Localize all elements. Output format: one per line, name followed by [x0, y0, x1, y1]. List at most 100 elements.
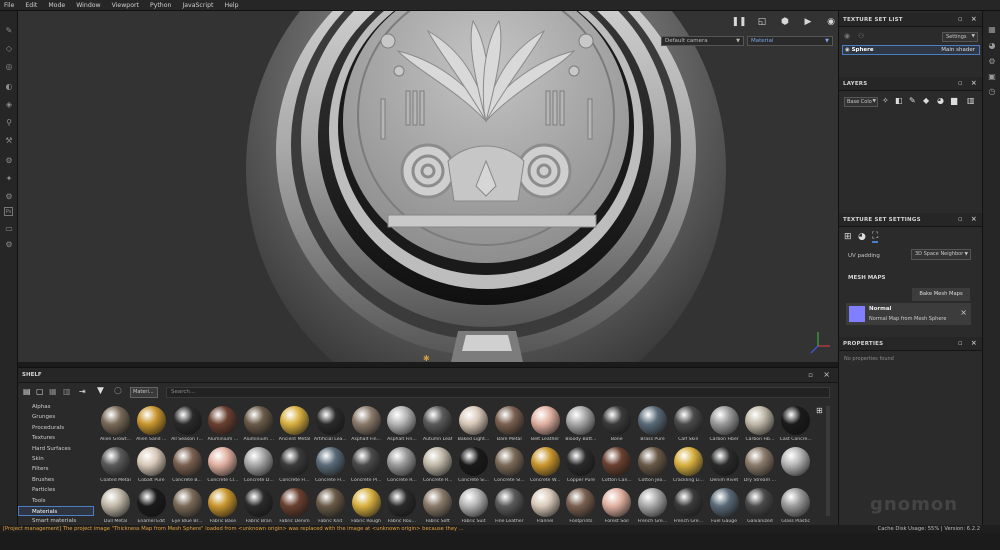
material-tile[interactable]: Bloody Batt...	[563, 406, 598, 447]
add-folder-icon[interactable]: ▆	[951, 96, 957, 105]
material-tile[interactable]: Galvanized	[742, 488, 777, 526]
projection-icon[interactable]: ◎	[4, 61, 14, 71]
close-icon[interactable]: ×	[823, 370, 830, 379]
material-tile[interactable]: Cast Concre...	[778, 406, 813, 447]
shelf-category-skin[interactable]: Skin	[18, 454, 94, 464]
tab-bake-icon[interactable]: ⛶	[872, 231, 879, 243]
new-folder-icon[interactable]: ▤	[23, 387, 31, 396]
material-tile[interactable]: Enamel Edit	[134, 488, 169, 526]
maximize-icon[interactable]: ▫	[808, 371, 813, 379]
material-tile[interactable]: Concrete B...	[170, 447, 205, 488]
texture-set-item-sphere[interactable]: ◉ Sphere Main shader	[842, 45, 980, 55]
material-tile[interactable]: Fabric Rough	[349, 488, 384, 526]
measure-icon[interactable]: ▭	[4, 223, 14, 233]
material-tile[interactable]: Bare Metal	[492, 406, 527, 447]
material-tile[interactable]: Artificial Lea...	[313, 406, 348, 447]
material-tile[interactable]: Asphalt Fin...	[349, 406, 384, 447]
close-icon[interactable]: ×	[971, 80, 977, 87]
material-tile[interactable]: Crackling Li...	[671, 447, 706, 488]
material-tile[interactable]: Concrete Si...	[456, 447, 491, 488]
shelf-category-hard-surfaces[interactable]: Hard Surfaces	[18, 444, 94, 454]
material-tile[interactable]: Glass Plastic	[778, 488, 813, 526]
shelf-category-filters[interactable]: Filters	[18, 464, 94, 474]
gear-icon[interactable]: ⚙	[4, 239, 14, 249]
material-tile[interactable]: Forest Soil	[599, 488, 634, 526]
material-tile[interactable]: Fabric Soft	[420, 488, 455, 526]
material-tile[interactable]: All Season T...	[170, 406, 205, 447]
paint-brush-icon[interactable]: ✎	[4, 25, 14, 35]
material-tile[interactable]: Flannel	[528, 488, 563, 526]
material-tile[interactable]: Cotton Jea...	[635, 447, 670, 488]
material-tile[interactable]: Concrete R...	[384, 447, 419, 488]
material-tile[interactable]: Dull Metal	[98, 488, 133, 526]
material-tile[interactable]: Concrete D...	[241, 447, 276, 488]
texture-set-list-icon[interactable]: ▦	[987, 24, 997, 34]
add-mask-icon[interactable]: ◧	[895, 96, 903, 105]
menu-file[interactable]: File	[4, 2, 14, 9]
maximize-icon[interactable]: ▫	[958, 80, 963, 87]
close-icon[interactable]: ×	[971, 340, 977, 347]
shelf-search-input[interactable]: Search...	[166, 387, 830, 398]
add-paint-layer-icon[interactable]: ✎	[909, 96, 916, 105]
3d-viewport[interactable]: ✱ ❚❚ ◱ ⬢ ▶ ◉ Default camera ▼ Material ▼	[18, 11, 838, 362]
close-icon[interactable]: ×	[960, 308, 967, 317]
material-tile[interactable]: Fabric Suit	[456, 488, 491, 526]
channel-select[interactable]: Material ▼	[747, 36, 833, 46]
grid-view-icon[interactable]: ⊞	[816, 406, 823, 415]
filter-chip[interactable]: Materi...	[130, 387, 158, 398]
material-tile[interactable]: Alien Sand ...	[134, 406, 169, 447]
trash-icon[interactable]: ▥	[967, 96, 975, 105]
layer-channel-select[interactable]: Base Colo ▼	[844, 97, 878, 107]
maximize-icon[interactable]: ▫	[958, 216, 963, 223]
viewport-layout-icon[interactable]: ◱	[755, 16, 769, 28]
material-tile[interactable]: Concrete Cl...	[205, 447, 240, 488]
menu-edit[interactable]: Edit	[25, 2, 37, 9]
shelf-category-tools[interactable]: Tools	[18, 496, 94, 506]
menu-help[interactable]: Help	[224, 2, 238, 9]
shelf-category-grunges[interactable]: Grunges	[18, 412, 94, 422]
material-tile[interactable]: Brass Pure	[635, 406, 670, 447]
tab-material-icon[interactable]: ◕	[858, 232, 866, 242]
color-picker-icon[interactable]: ✦	[4, 173, 14, 183]
polygon-fill-icon[interactable]: ◈	[4, 99, 14, 109]
clone-icon[interactable]: ⚒	[4, 135, 14, 145]
bake-mesh-maps-button[interactable]: Bake Mesh Maps	[912, 288, 970, 301]
material-tile[interactable]: Denim Rivet	[707, 447, 742, 488]
material-tile[interactable]: Belt Leather	[528, 406, 563, 447]
material-tile[interactable]: Fabric Bran	[241, 488, 276, 526]
menu-mode[interactable]: Mode	[48, 2, 65, 9]
material-tile[interactable]: Concrete W...	[528, 447, 563, 488]
material-tile[interactable]: Concrete Pl...	[349, 447, 384, 488]
material-tile[interactable]: Carbon Fiber	[707, 406, 742, 447]
delete-icon[interactable]: ▥	[63, 387, 71, 396]
eye-icon[interactable]: ◉	[844, 32, 850, 40]
material-tile[interactable]: Concrete R...	[420, 447, 455, 488]
screenshot-camera-icon[interactable]: ◉	[824, 16, 838, 28]
material-tile[interactable]: Fabric Knit	[313, 488, 348, 526]
material-tile[interactable]: French Gre...	[635, 488, 670, 526]
tab-settings-icon[interactable]: ⊞	[844, 232, 852, 242]
material-picker-icon[interactable]: ⚙	[4, 191, 14, 201]
material-tile[interactable]	[778, 447, 813, 488]
close-icon[interactable]: ×	[971, 216, 977, 223]
shelf-category-textures[interactable]: Textures	[18, 433, 94, 443]
material-tile[interactable]: Asphalt Fin...	[384, 406, 419, 447]
import-icon[interactable]: ⇥	[79, 387, 86, 396]
video-camera-icon[interactable]: ▶	[801, 16, 815, 28]
material-tile[interactable]: Calf Skin	[671, 406, 706, 447]
smudge-icon[interactable]: ⚲	[4, 117, 14, 127]
menu-python[interactable]: Python	[150, 2, 171, 9]
material-tile[interactable]: Alien Growt...	[98, 406, 133, 447]
new-file-icon[interactable]: ▢	[36, 387, 44, 396]
shelf-scrollbar[interactable]	[826, 406, 830, 516]
material-tile[interactable]: Fabric Denim	[277, 488, 312, 526]
material-tile[interactable]: Concrete Sl...	[492, 447, 527, 488]
material-tile[interactable]: Carbon Fib...	[742, 406, 777, 447]
material-tile[interactable]: Eye Blue Br...	[170, 488, 205, 526]
close-icon[interactable]: ×	[971, 16, 977, 23]
material-tile[interactable]: Cobalt Pure	[134, 447, 169, 488]
shelf-category-procedurals[interactable]: Procedurals	[18, 423, 94, 433]
material-tile[interactable]: Coated Metal	[98, 447, 133, 488]
material-tile[interactable]: Ancient Metal	[277, 406, 312, 447]
material-tile[interactable]: Autumn Leaf	[420, 406, 455, 447]
